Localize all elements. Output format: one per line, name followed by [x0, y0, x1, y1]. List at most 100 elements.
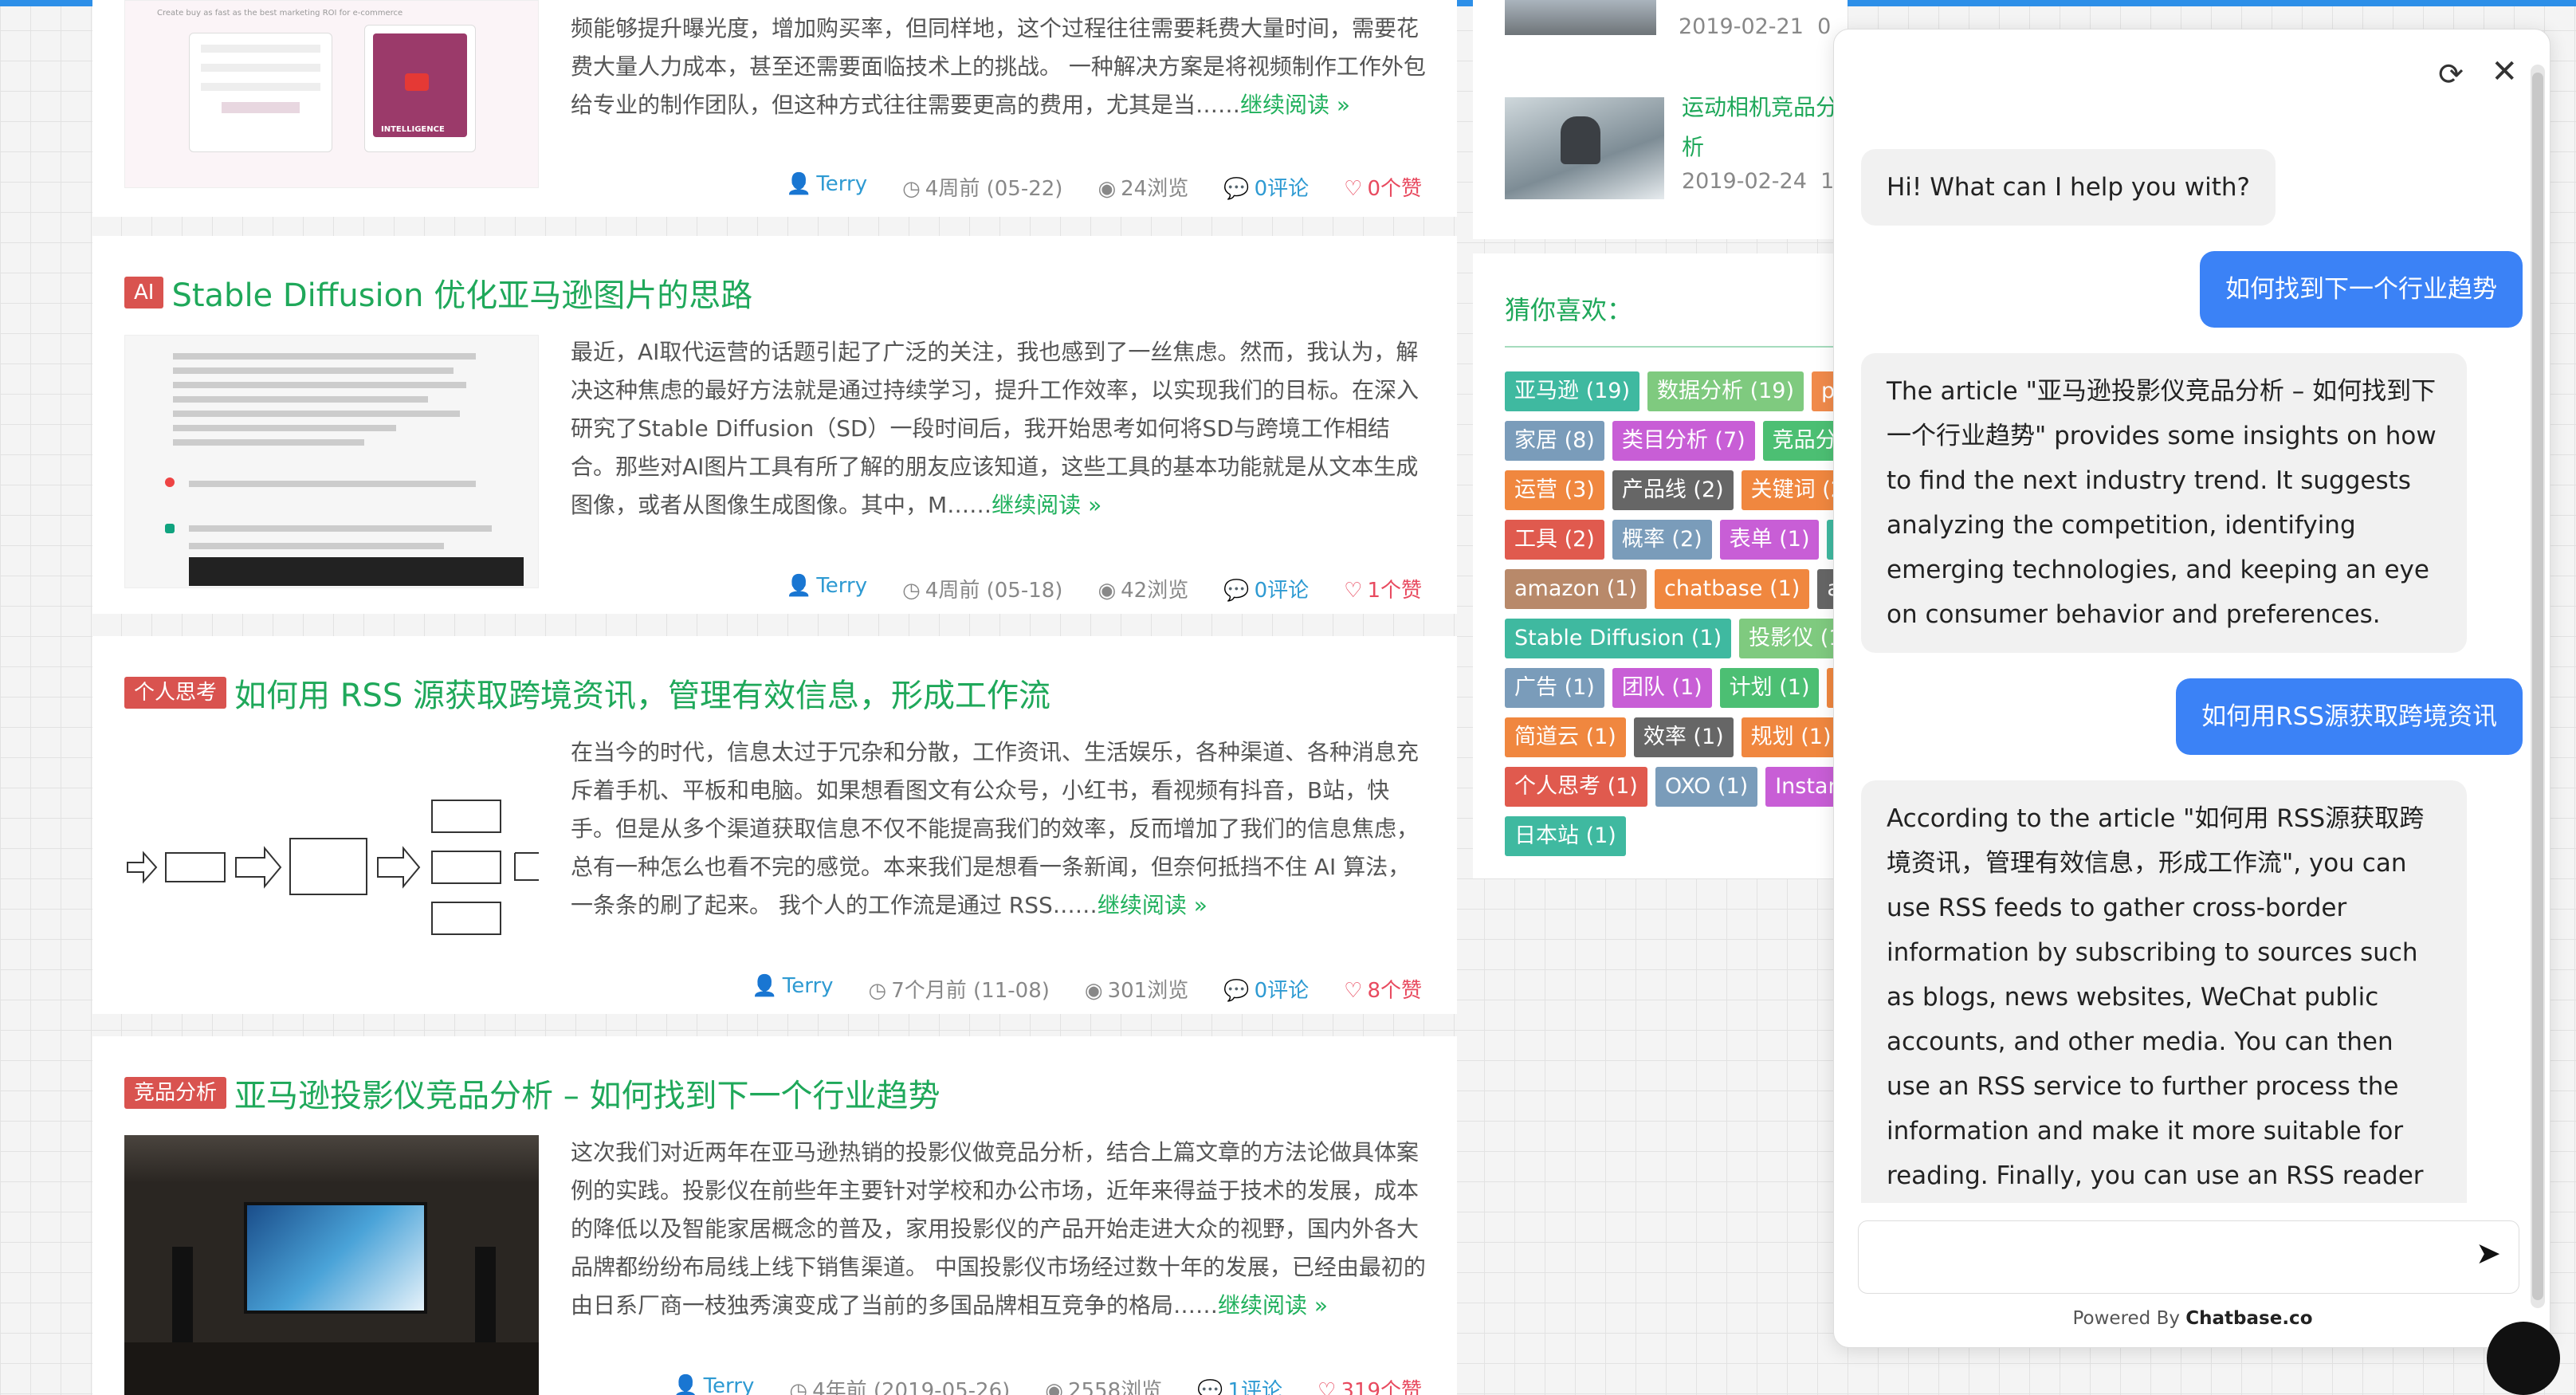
author-link[interactable]: 👤 Terry [786, 172, 867, 202]
tag-row: 简道云 (1) 效率 (1) 规划 (1) [1505, 717, 1841, 757]
tag-pill[interactable]: 运营 (3) [1505, 470, 1604, 510]
workflow-diagram [127, 800, 539, 935]
refresh-icon[interactable]: ⟳ [2438, 57, 2464, 92]
user-icon: 👤 [673, 1374, 699, 1395]
author-link[interactable]: 👤 Terry [673, 1374, 754, 1395]
view-count: ◉ 42浏览 [1098, 579, 1189, 603]
like-button[interactable]: ♡ 1个赞 [1344, 574, 1422, 603]
article-title-row: AI Stable Diffusion 优化亚马逊图片的思路 [124, 269, 752, 316]
user-icon: 👤 [785, 172, 812, 196]
chat-avatar [165, 524, 175, 533]
recent-post-date: 2019-02-21 [1679, 14, 1804, 39]
tag-pill[interactable]: 概率 (2) [1612, 520, 1712, 560]
recent-post-date: 2019-02-24 [1682, 169, 1807, 194]
clock-icon: ◷ [902, 177, 921, 201]
tag-pill[interactable]: 计划 (1) [1719, 668, 1820, 708]
post-time: ◷ 4年前 (2019-05-26) [789, 1374, 1010, 1395]
chatbase-link[interactable]: Chatbase.co [2185, 1308, 2312, 1329]
tag-pill[interactable]: 个人思考 (1) [1505, 767, 1647, 807]
sidebar-tag-cloud: 猜你喜欢： 亚马逊 (19)数据分析 (19)py 家居 (8)类目分析 (7)竞… [1473, 253, 1870, 878]
read-more-link[interactable]: 继续阅读 » [1240, 92, 1350, 118]
thumbnail-form [189, 33, 332, 152]
view-count: ◉ 24浏览 [1098, 177, 1189, 201]
heart-icon: ♡ [1344, 979, 1363, 1003]
tag-row: 日本站 (1) [1505, 816, 1840, 856]
tag-pill[interactable]: 产品线 (2) [1612, 470, 1734, 510]
clock-icon: ◷ [902, 579, 921, 603]
tag-pill[interactable]: 简道云 (1) [1505, 717, 1626, 757]
category-tag[interactable]: 个人思考 [124, 677, 227, 709]
heart-icon: ♡ [1344, 579, 1363, 603]
scrollbar-thumb[interactable] [2532, 73, 2543, 1300]
article-meta: 👤 Terry ◷ 4周前 (05-22) ◉ 24浏览 💬 0评论 ♡ 0个赞 [786, 172, 1422, 202]
tag-pill[interactable]: chatbase (1) [1655, 569, 1810, 609]
tag-pill[interactable]: 亚马逊 (19) [1505, 371, 1640, 411]
category-tag[interactable]: 竞品分析 [124, 1077, 227, 1109]
tag-row: 家居 (8) 类目分析 (7) 竞品分 [1505, 421, 1847, 461]
tag-pill[interactable]: 家居 (8) [1505, 421, 1604, 461]
clock-icon: ◷ [868, 979, 887, 1003]
author-link[interactable]: 👤 Terry [752, 974, 833, 1004]
tag-row: 个人思考 (1) OXO (1) Instant [1505, 767, 1860, 807]
tag-pill[interactable]: 广告 (1) [1505, 668, 1604, 708]
chat-scrollbar[interactable] [2531, 65, 2545, 1308]
article-thumbnail[interactable] [124, 335, 539, 588]
article-meta: 👤 Terry ◷ 4周前 (05-18) ◉ 42浏览 💬 0评论 ♡ 1个赞 [786, 574, 1422, 603]
read-more-link[interactable]: 继续阅读 » [992, 492, 1101, 518]
article-title-link[interactable]: 亚马逊投影仪竞品分析 – 如何找到下一个行业趋势 [234, 1070, 940, 1116]
eye-icon: ◉ [1098, 177, 1117, 201]
author-link[interactable]: 👤 Terry [786, 574, 867, 603]
read-more-link[interactable]: 继续阅读 » [1098, 892, 1208, 918]
comment-link[interactable]: 💬 0评论 [1223, 974, 1309, 1004]
user-icon: 👤 [752, 974, 778, 998]
chat-avatar [165, 477, 175, 487]
article-meta: 👤 Terry ◷ 4年前 (2019-05-26) ◉ 2558浏览 💬 1评论 ♡ 3… [673, 1374, 1422, 1395]
tag-pill[interactable]: Stable Diffusion (1) [1505, 619, 1732, 658]
thumbnail-caption: Create buy as fast as the best marketing… [157, 9, 403, 18]
tag-pill[interactable]: 工具 (2) [1505, 520, 1604, 560]
comment-link[interactable]: 💬 1评论 [1197, 1374, 1282, 1395]
recent-post-thumbnail[interactable] [1505, 97, 1664, 199]
thumbnail-phone: INTELLIGENCE [364, 25, 476, 152]
tag-pill[interactable]: 规划 (1) [1741, 717, 1841, 757]
tag-cloud-title: 猜你喜欢： [1505, 295, 1633, 325]
tag-pill[interactable]: 日本站 (1) [1505, 816, 1626, 856]
send-icon[interactable]: ➤ [2476, 1236, 2501, 1271]
post-time: ◷ 4周前 (05-18) [902, 579, 1063, 603]
tag-pill[interactable]: 效率 (1) [1633, 717, 1734, 757]
close-icon[interactable]: ✕ [2491, 53, 2518, 90]
tag-pill[interactable]: 表单 (1) [1719, 520, 1820, 560]
recent-post-thumbnail[interactable] [1505, 0, 1656, 35]
tag-pill[interactable]: OXO (1) [1655, 767, 1758, 807]
thumbnail-code-block [189, 557, 524, 586]
comment-icon: 💬 [1197, 1379, 1223, 1395]
article-title-link[interactable]: 如何用 RSS 源获取跨境资讯，管理有效信息，形成工作流 [234, 670, 1050, 716]
tag-list: 亚马逊 (19)数据分析 (19)py 家居 (8)类目分析 (7)竞品分运营 (… [1505, 371, 1870, 866]
eye-icon: ◉ [1084, 979, 1103, 1003]
comment-link[interactable]: 💬 0评论 [1223, 574, 1309, 603]
article-thumbnail[interactable] [124, 1135, 539, 1395]
tag-pill[interactable]: amazon (1) [1505, 569, 1647, 609]
recent-post-title-link[interactable]: 运动相机竞品分析 [1682, 88, 1841, 167]
like-button[interactable]: ♡ 319个赞 [1317, 1374, 1422, 1395]
view-count: ◉ 301浏览 [1084, 979, 1189, 1003]
article-thumbnail[interactable] [124, 735, 539, 988]
article-card: 个人思考 如何用 RSS 源获取跨境资讯，管理有效信息，形成工作流 在当今的时代… [92, 636, 1457, 1014]
article-title-link[interactable]: Stable Diffusion 优化亚马逊图片的思路 [171, 269, 752, 316]
article-excerpt: 频能够提升曝光度，增加购买率，但同样地，这个过程往往需要耗费大量时间，需要花费大… [571, 15, 1426, 118]
tag-pill[interactable]: 团队 (1) [1612, 668, 1712, 708]
category-tag[interactable]: AI [124, 277, 164, 308]
chat-input[interactable] [1875, 1234, 2433, 1280]
tag-pill[interactable]: 类目分析 (7) [1612, 421, 1755, 461]
chat-widget: ⟳ ✕ Hi! What can I help you with? 如何找到下一… [1833, 29, 2550, 1348]
bot-message-clip: According to the article "如何用 RSS源获取跨境资讯… [1861, 780, 2467, 1203]
chat-launcher-button[interactable] [2487, 1322, 2560, 1395]
comment-link[interactable]: 💬 0评论 [1223, 172, 1309, 202]
article-thumbnail[interactable]: Create buy as fast as the best marketing… [124, 0, 539, 188]
eye-icon: ◉ [1098, 579, 1117, 603]
like-button[interactable]: ♡ 8个赞 [1344, 974, 1422, 1004]
recent-post-count: 1 [1820, 169, 1835, 194]
read-more-link[interactable]: 继续阅读 » [1218, 1292, 1328, 1318]
tag-pill[interactable]: 数据分析 (19) [1647, 371, 1804, 411]
like-button[interactable]: ♡ 0个赞 [1344, 172, 1422, 202]
